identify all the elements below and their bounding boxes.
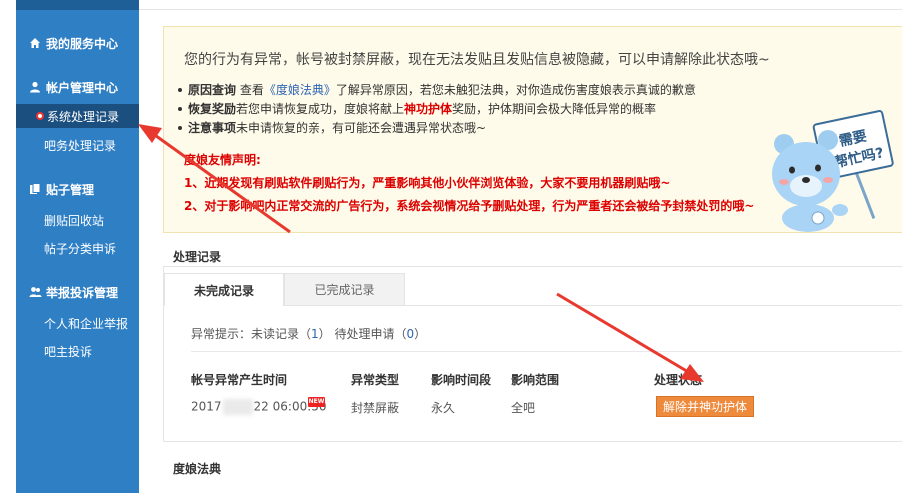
declaration-1: 1、近期发现有刷贴软件刷贴行为，严重影响其他小伙伴浏览体验，大家不要用机器刷贴哦… xyxy=(184,176,671,190)
sidebar-section-account-center[interactable]: 帐户管理中心 xyxy=(16,76,139,98)
tab-finished[interactable]: 已完成记录 xyxy=(284,273,405,306)
column-header-time: 帐号异常产生时间 xyxy=(191,373,288,387)
sidebar-section-service-center[interactable]: 我的服务中心 xyxy=(16,32,139,54)
hint-text: 异常提示：未读记录（ xyxy=(191,327,312,341)
unblock-button[interactable]: 解除并神功护体 xyxy=(656,396,754,417)
notice-item-text: 未申请恢复的亲，有可能还会遭遇异常状态哦~ xyxy=(236,121,487,135)
notice-list: 原因查询 查看《度娘法典》了解异常原因，若您未触犯法典，对你造成伤害度娘表示真诚… xyxy=(178,81,696,138)
column-header-type: 异常类型 xyxy=(351,373,400,387)
time-year: 2017 xyxy=(191,399,222,414)
home-icon xyxy=(28,36,42,50)
sidebar-section-post-management[interactable]: 贴子管理 xyxy=(16,178,139,200)
sidebar-section-label: 我的服务中心 xyxy=(46,36,119,51)
notice-item-text: 若您申请恢复成功，度娘将献上 xyxy=(236,102,405,116)
sidebar-item-category-appeal[interactable]: 帖子分类申诉 xyxy=(16,236,139,260)
records-section-title: 处理记录 xyxy=(173,250,222,264)
sidebar-item-label: 吧主投诉 xyxy=(44,344,93,359)
notice-title: 您的行为有异常，帐号被封禁屏蔽，现在无法发贴且发贴信息被隐藏，可以申请解除此状态… xyxy=(184,52,770,68)
sidebar-item-bar-records[interactable]: 吧务处理记录 xyxy=(16,133,139,157)
notice-item-key: 恢复奖励 xyxy=(188,102,237,116)
new-badge: NEW xyxy=(308,397,325,407)
sidebar-item-system-records[interactable]: 系统处理记录 xyxy=(16,104,139,128)
law-section-title: 度娘法典 xyxy=(173,462,222,476)
notice-item-text: 了解异常原因，若您未触犯法典，对你造成伤害度娘表示真诚的歉意 xyxy=(335,83,696,97)
law-link[interactable]: 《度娘法典》 xyxy=(264,83,336,97)
bullet-icon xyxy=(178,88,182,92)
cell-scope: 全吧 xyxy=(511,401,536,415)
top-divider xyxy=(139,0,902,10)
sidebar-item-label: 个人和企业举报 xyxy=(44,316,129,331)
sidebar-top-bar xyxy=(16,0,139,10)
notice-item-text: 奖励，护体期间会极大降低异常的概率 xyxy=(452,102,657,116)
declaration-2: 2、对于影响吧内正常交流的广告行为，系统会视情况给予删贴处理，行为严重者还会被给… xyxy=(184,199,755,213)
active-dot-icon xyxy=(36,112,44,120)
sidebar-section-label: 贴子管理 xyxy=(46,182,95,197)
notice-item-key: 原因查询 xyxy=(188,83,237,97)
cell-time: 2017 22 06:00:50 xyxy=(191,399,327,415)
notice-item-reason: 原因查询 查看《度娘法典》了解异常原因，若您未触犯法典，对你造成伤害度娘表示真诚… xyxy=(178,81,696,100)
sidebar-item-label: 系统处理记录 xyxy=(47,109,120,124)
tab-unfinished[interactable]: 未完成记录 xyxy=(164,273,284,306)
column-header-status: 处理状态 xyxy=(654,373,703,387)
sidebar-section-label: 帐户管理中心 xyxy=(46,80,119,95)
sidebar-item-label: 吧务处理记录 xyxy=(44,138,117,153)
hint-text: ） 待处理申请（ xyxy=(318,327,407,341)
notice-item-text: 查看 xyxy=(236,83,264,97)
bullet-icon xyxy=(178,107,182,111)
notice-item-caution: 注意事项未申请恢复的亲，有可能还会遭遇异常状态哦~ xyxy=(178,119,696,138)
notice-highlight: 神功护体 xyxy=(404,102,453,116)
sidebar-section-label: 举报投诉管理 xyxy=(46,285,119,300)
blurred-text xyxy=(222,399,253,415)
document-icon xyxy=(28,182,42,196)
mascot-bear-illustration: 需要 帮忙吗? xyxy=(770,104,902,234)
records-panel: 未完成记录 已完成记录 异常提示：未读记录（1） 待处理申请（0） 帐号异常产生… xyxy=(163,266,902,442)
sidebar-section-report-management[interactable]: 举报投诉管理 xyxy=(16,281,139,303)
user-icon xyxy=(28,80,42,94)
sidebar-item-label: 帖子分类申诉 xyxy=(44,241,117,256)
sidebar-item-recycle-bin[interactable]: 删贴回收站 xyxy=(16,208,139,232)
users-icon xyxy=(28,285,42,299)
notice-item-reward: 恢复奖励若您申请恢复成功，度娘将献上神功护体奖励，护体期间会极大降低异常的概率 xyxy=(178,100,696,119)
cell-duration: 永久 xyxy=(431,401,456,415)
hint-text: ） xyxy=(414,327,427,341)
abnormal-hint: 异常提示：未读记录（1） 待处理申请（0） xyxy=(191,325,426,342)
bullet-icon xyxy=(178,126,182,130)
unread-count-link[interactable]: 1 xyxy=(311,327,319,341)
column-header-duration: 影响时间段 xyxy=(431,373,492,387)
declaration-title: 度娘友情声明: xyxy=(184,153,261,167)
divider xyxy=(191,351,902,352)
sidebar-item-personal-report[interactable]: 个人和企业举报 xyxy=(16,311,139,335)
sidebar-item-owner-complaint[interactable]: 吧主投诉 xyxy=(16,339,139,363)
notice-item-key: 注意事项 xyxy=(188,121,237,135)
sidebar-item-label: 删贴回收站 xyxy=(44,213,105,228)
column-header-scope: 影响范围 xyxy=(511,373,560,387)
sidebar: 我的服务中心 帐户管理中心 系统处理记录 吧务处理记录 贴子管理 删贴回收站 帖… xyxy=(16,0,139,493)
pending-count-link[interactable]: 0 xyxy=(406,327,414,341)
cell-type: 封禁屏蔽 xyxy=(351,401,400,415)
